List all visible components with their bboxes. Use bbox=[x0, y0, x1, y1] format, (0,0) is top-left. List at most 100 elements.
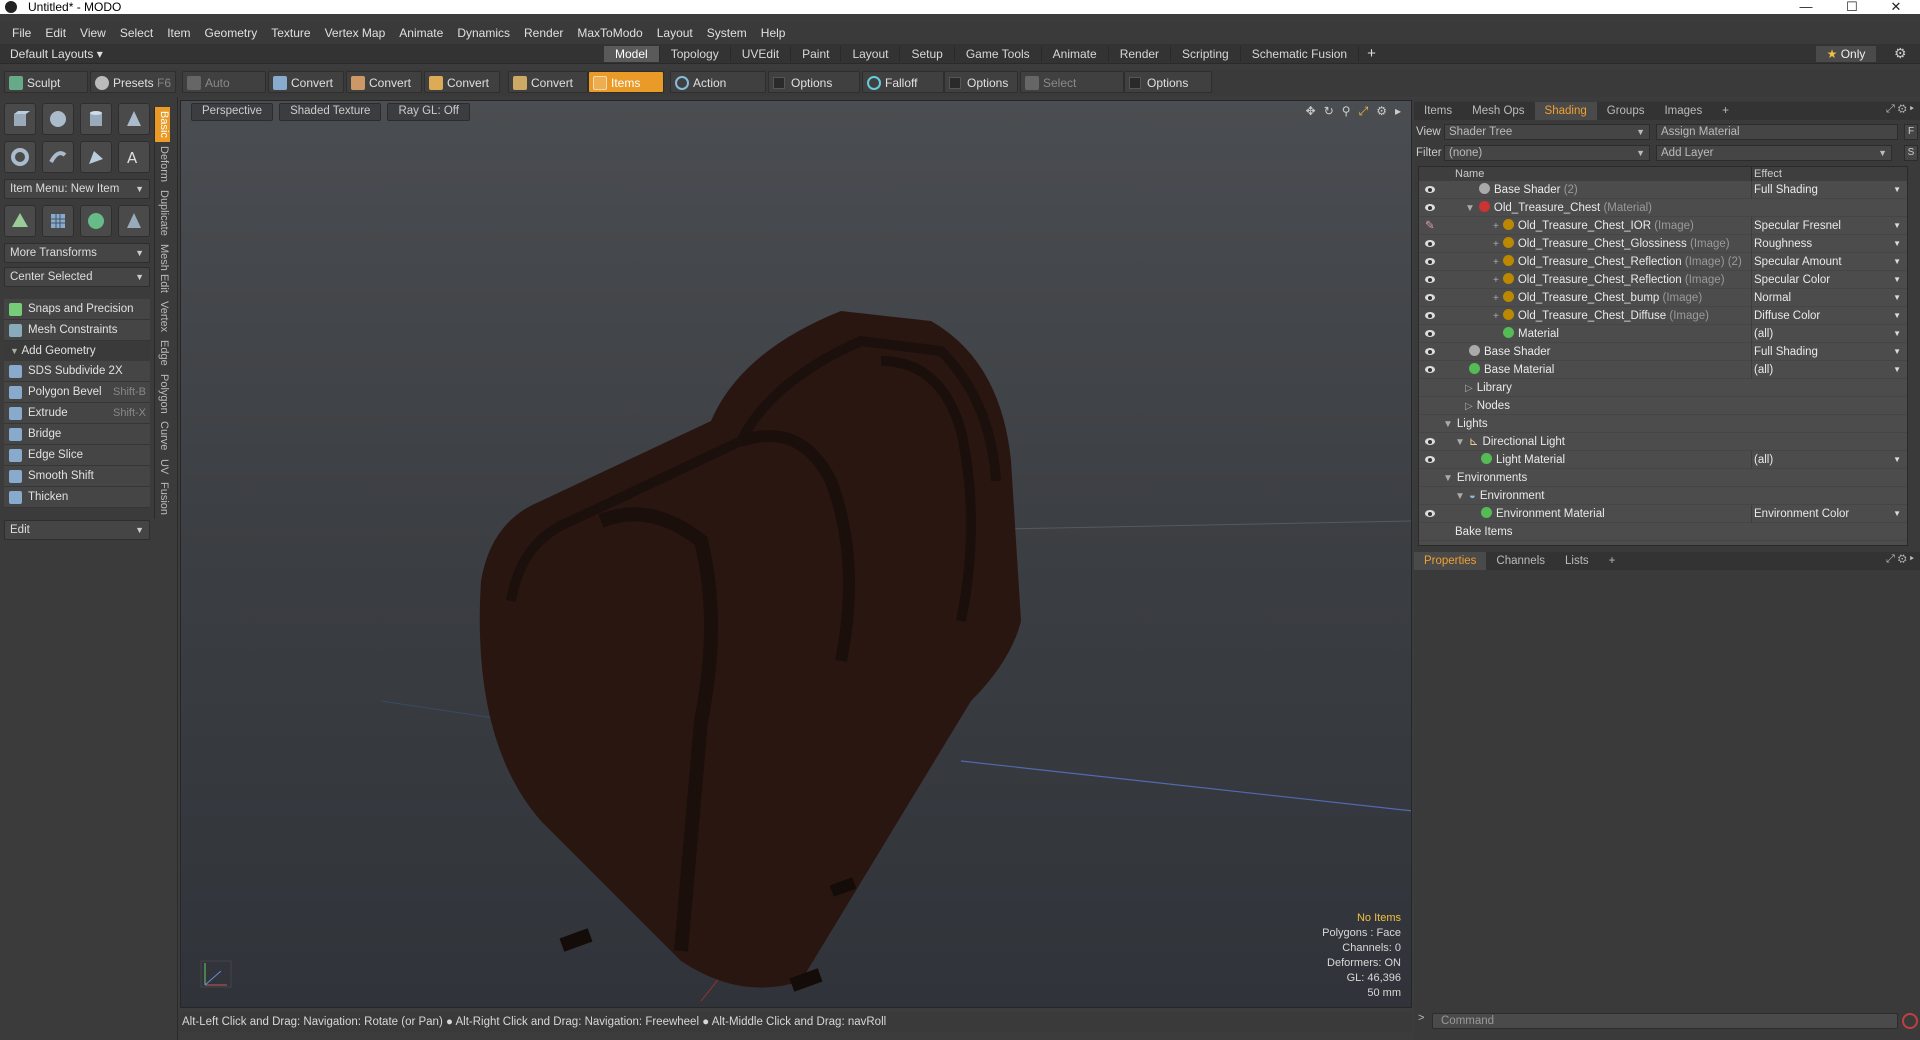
only-toggle[interactable]: ★ Only bbox=[1816, 46, 1876, 62]
tool-thicken[interactable]: Thicken bbox=[4, 487, 150, 508]
eye-icon[interactable] bbox=[1425, 276, 1435, 283]
tree-row[interactable]: + Old_Treasure_Chest_Glossiness (Image) Ro… bbox=[1419, 235, 1907, 253]
menu-animate[interactable]: Animate bbox=[392, 22, 450, 44]
pen-icon[interactable] bbox=[80, 141, 112, 173]
eye-icon[interactable] bbox=[1425, 186, 1435, 193]
effect-dropdown[interactable]: Full Shading ▼ bbox=[1751, 343, 1905, 361]
eye-icon[interactable] bbox=[1425, 330, 1435, 337]
panel-settings-icon[interactable]: ⤢ ⚙ ▸ bbox=[1886, 103, 1914, 116]
tab-channels[interactable]: Channels bbox=[1486, 552, 1555, 570]
filter-dropdown[interactable]: (none) ▼ bbox=[1444, 145, 1650, 161]
menu-geometry[interactable]: Geometry bbox=[198, 22, 265, 44]
tool-edge-slice[interactable]: Edge Slice bbox=[4, 445, 150, 466]
zoom-icon[interactable]: ⚲ bbox=[1342, 104, 1351, 119]
tab-shading[interactable]: Shading bbox=[1534, 102, 1597, 120]
tree-row[interactable]: Material (all) ▼ bbox=[1419, 325, 1907, 343]
command-input[interactable]: Command bbox=[1432, 1013, 1898, 1029]
tree-row[interactable]: ▼ Lights bbox=[1419, 415, 1907, 433]
add-geometry-header[interactable]: ▼ Add Geometry bbox=[4, 341, 150, 361]
grid-icon[interactable] bbox=[42, 205, 74, 237]
tab-properties[interactable]: Properties bbox=[1414, 552, 1487, 570]
eye-icon[interactable] bbox=[1425, 240, 1435, 247]
eye-icon[interactable] bbox=[1425, 204, 1435, 211]
tool-extrude[interactable]: Extrude Shift-X bbox=[4, 403, 150, 424]
tab-game-tools[interactable]: Game Tools bbox=[955, 46, 1042, 62]
convert-vertex-button[interactable]: Convert bbox=[268, 71, 344, 93]
items-mode-button[interactable]: Items bbox=[588, 71, 664, 93]
vtab-vertex[interactable]: Vertex bbox=[154, 296, 170, 336]
vtab-edge[interactable]: Edge bbox=[154, 335, 170, 370]
options-checkbox-3[interactable] bbox=[1129, 77, 1141, 89]
expand-arrow-icon[interactable]: ▷ bbox=[1465, 401, 1473, 412]
menu-file[interactable]: File bbox=[0, 22, 38, 44]
vtab-curve[interactable]: Curve bbox=[154, 417, 170, 455]
fit-icon[interactable]: ⤢ bbox=[1359, 104, 1369, 119]
cylinder-icon[interactable] bbox=[80, 103, 112, 135]
tree-row[interactable]: + Old_Treasure_Chest_Reflection (Image) Sp… bbox=[1419, 271, 1907, 289]
tree-row[interactable]: + Old_Treasure_Chest_Reflection (Image) (… bbox=[1419, 253, 1907, 271]
tab-render[interactable]: Render bbox=[1109, 46, 1172, 62]
expand-plus-icon[interactable]: + bbox=[1493, 257, 1499, 268]
viewport-settings-icon[interactable]: ⚙ bbox=[1376, 104, 1387, 119]
add-tab-button[interactable]: + bbox=[1712, 102, 1739, 120]
effect-dropdown[interactable]: Normal ▼ bbox=[1751, 289, 1905, 307]
3d-viewport[interactable]: Perspective Shaded Texture Ray GL: Off ✥… bbox=[180, 100, 1412, 1008]
f-button[interactable]: F bbox=[1904, 124, 1918, 140]
close-button[interactable]: ✕ bbox=[1874, 0, 1918, 14]
menu-render[interactable]: Render bbox=[517, 22, 570, 44]
text-icon[interactable]: A bbox=[118, 141, 150, 173]
tool-sds-subdivide[interactable]: SDS Subdivide 2X bbox=[4, 361, 150, 382]
gear-icon[interactable]: ⚙ bbox=[1894, 45, 1907, 62]
menu-texture[interactable]: Texture bbox=[264, 22, 317, 44]
eye-icon[interactable] bbox=[1425, 366, 1435, 373]
tab-lists[interactable]: Lists bbox=[1555, 552, 1599, 570]
add-tab-button[interactable]: + bbox=[1599, 552, 1626, 570]
expand-arrow-icon[interactable]: ▼ bbox=[1443, 419, 1453, 430]
add-layer-dropdown[interactable]: Add Layer ▼ bbox=[1656, 145, 1892, 161]
options-checkbox-1[interactable] bbox=[773, 77, 785, 89]
menu-dynamics[interactable]: Dynamics bbox=[450, 22, 517, 44]
effect-dropdown[interactable]: (all) ▼ bbox=[1751, 451, 1905, 469]
options-button-2[interactable]: Options bbox=[944, 71, 1018, 93]
vtab-deform[interactable]: Deform bbox=[154, 141, 170, 186]
tree-row[interactable]: ▷ Nodes bbox=[1419, 397, 1907, 415]
effect-dropdown[interactable]: Environment Color ▼ bbox=[1751, 505, 1905, 523]
vtab-duplicate[interactable]: Duplicate bbox=[154, 185, 170, 240]
expand-plus-icon[interactable]: + bbox=[1493, 293, 1499, 304]
tab-topology[interactable]: Topology bbox=[660, 46, 731, 62]
options-checkbox-2[interactable] bbox=[949, 77, 961, 89]
falloff-button[interactable]: Falloff bbox=[862, 71, 944, 93]
options-button-3[interactable]: Options bbox=[1124, 71, 1212, 93]
tab-model[interactable]: Model bbox=[604, 46, 660, 62]
tab-mesh-ops[interactable]: Mesh Ops bbox=[1462, 102, 1534, 120]
tree-row[interactable]: + Old_Treasure_Chest_Diffuse (Image) Diffu… bbox=[1419, 307, 1907, 325]
tree-row[interactable]: Bake Items bbox=[1419, 523, 1907, 541]
tool-bridge[interactable]: Bridge bbox=[4, 424, 150, 445]
tree-row[interactable]: + Old_Treasure_Chest_bump (Image) Normal ▼ bbox=[1419, 289, 1907, 307]
tab-layout[interactable]: Layout bbox=[841, 46, 901, 62]
sphere-icon[interactable] bbox=[42, 103, 74, 135]
item-menu-dropdown[interactable]: Item Menu: New Item ▼ bbox=[4, 179, 150, 199]
vtab-basic[interactable]: Basic bbox=[154, 107, 170, 142]
pyramid-icon[interactable] bbox=[118, 205, 150, 237]
viewport-menu-arrow-icon[interactable]: ▸ bbox=[1395, 104, 1401, 119]
name-column-header[interactable]: Name bbox=[1455, 167, 1484, 181]
panel-settings-icon[interactable]: ⤢ ⚙ ▸ bbox=[1886, 553, 1914, 566]
expand-arrow-icon[interactable]: ▼ bbox=[1465, 203, 1475, 214]
vtab-uv[interactable]: UV bbox=[154, 454, 170, 479]
menu-system[interactable]: System bbox=[700, 22, 754, 44]
add-tab-button[interactable]: + bbox=[1359, 46, 1384, 62]
assign-material-button[interactable]: Assign Material bbox=[1656, 124, 1898, 140]
torus-icon[interactable] bbox=[4, 141, 36, 173]
menu-vertex-map[interactable]: Vertex Map bbox=[318, 22, 393, 44]
transform-icon[interactable] bbox=[4, 205, 36, 237]
tab-schematic-fusion[interactable]: Schematic Fusion bbox=[1241, 46, 1360, 62]
tree-row[interactable]: ▼ ⊾ Directional Light bbox=[1419, 433, 1907, 451]
tree-row[interactable]: Base Shader Full Shading ▼ bbox=[1419, 343, 1907, 361]
tree-row[interactable]: Environment Material Environment Color ▼ bbox=[1419, 505, 1907, 523]
expand-arrow-icon[interactable]: ▷ bbox=[1465, 383, 1473, 394]
record-icon[interactable] bbox=[1902, 1013, 1918, 1029]
tab-uvedit[interactable]: UVEdit bbox=[731, 46, 792, 62]
action-center-button[interactable]: Action Center bbox=[670, 71, 766, 112]
effect-dropdown[interactable]: Specular Fresnel ▼ bbox=[1751, 217, 1905, 235]
